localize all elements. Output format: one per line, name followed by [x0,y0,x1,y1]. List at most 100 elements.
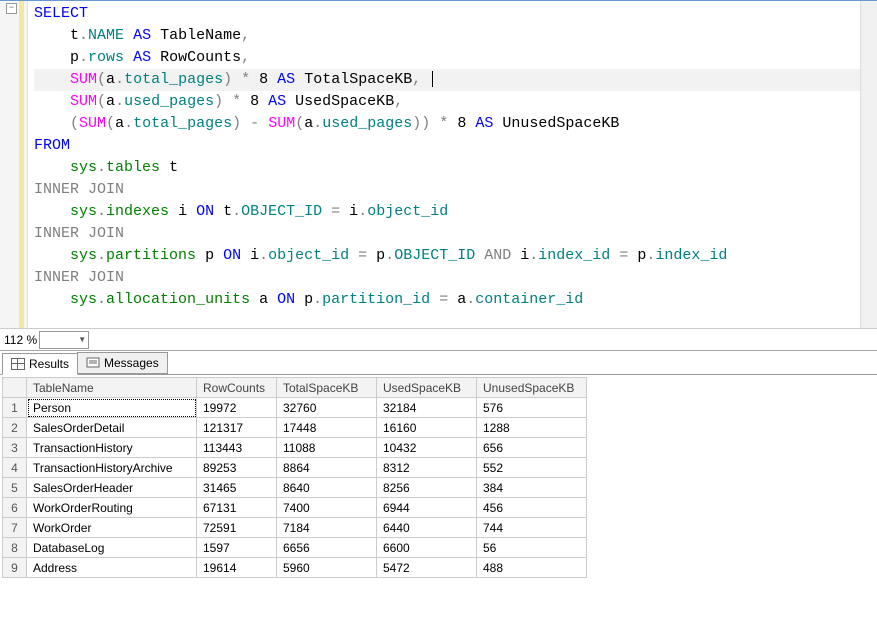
code-line[interactable]: INNER JOIN [34,223,860,245]
table-cell[interactable]: WorkOrderRouting [27,498,197,518]
row-number-cell[interactable]: 4 [3,458,27,478]
code-line[interactable]: t.NAME AS TableName, [34,25,860,47]
table-cell[interactable]: 456 [477,498,587,518]
table-row[interactable]: 2SalesOrderDetail12131717448161601288 [3,418,587,438]
tab-messages-label: Messages [104,356,159,370]
table-cell[interactable]: SalesOrderDetail [27,418,197,438]
table-row[interactable]: 9Address1961459605472488 [3,558,587,578]
grid-icon [11,358,25,370]
table-cell[interactable]: 384 [477,478,587,498]
table-cell[interactable]: 8256 [377,478,477,498]
tab-results[interactable]: Results [2,353,78,375]
code-line[interactable]: sys.allocation_units a ON p.partition_id… [34,289,860,311]
table-cell[interactable]: DatabaseLog [27,538,197,558]
table-row[interactable]: 7WorkOrder7259171846440744 [3,518,587,538]
table-cell[interactable]: 744 [477,518,587,538]
code-line[interactable]: (SUM(a.total_pages) - SUM(a.used_pages))… [34,113,860,135]
table-cell[interactable]: 552 [477,458,587,478]
row-number-cell[interactable]: 5 [3,478,27,498]
column-header[interactable]: UsedSpaceKB [377,378,477,398]
table-cell[interactable]: 5960 [277,558,377,578]
table-cell[interactable]: 121317 [197,418,277,438]
table-cell[interactable]: 31465 [197,478,277,498]
table-cell[interactable]: 113443 [197,438,277,458]
table-cell[interactable]: 67131 [197,498,277,518]
table-row[interactable]: 4TransactionHistoryArchive89253886483125… [3,458,587,478]
table-cell[interactable]: 488 [477,558,587,578]
table-cell[interactable]: 56 [477,538,587,558]
chevron-down-icon: ▼ [78,335,86,344]
code-line[interactable]: SUM(a.total_pages) * 8 AS TotalSpaceKB, [34,69,860,91]
row-number-cell[interactable]: 8 [3,538,27,558]
vertical-scrollbar[interactable] [860,1,877,328]
code-line[interactable]: SUM(a.used_pages) * 8 AS UsedSpaceKB, [34,91,860,113]
code-line[interactable]: INNER JOIN [34,267,860,289]
column-header[interactable]: TotalSpaceKB [277,378,377,398]
table-cell[interactable]: 6600 [377,538,477,558]
results-grid-wrap[interactable]: TableNameRowCountsTotalSpaceKBUsedSpaceK… [0,375,877,632]
table-cell[interactable]: 11088 [277,438,377,458]
results-table[interactable]: TableNameRowCountsTotalSpaceKBUsedSpaceK… [2,377,587,578]
outline-collapse-toggle[interactable]: − [6,3,17,14]
column-header[interactable]: TableName [27,378,197,398]
row-number-cell[interactable]: 2 [3,418,27,438]
table-cell[interactable]: 6944 [377,498,477,518]
table-row[interactable]: 5SalesOrderHeader3146586408256384 [3,478,587,498]
row-number-cell[interactable]: 6 [3,498,27,518]
table-cell[interactable]: 5472 [377,558,477,578]
zoom-dropdown[interactable]: ▼ [39,331,89,349]
table-cell[interactable]: WorkOrder [27,518,197,538]
code-line[interactable]: sys.indexes i ON t.OBJECT_ID = i.object_… [34,201,860,223]
table-cell[interactable]: 7400 [277,498,377,518]
row-number-cell[interactable]: 7 [3,518,27,538]
table-cell[interactable]: 89253 [197,458,277,478]
table-cell[interactable]: 1597 [197,538,277,558]
editor-gutter: − [0,1,28,328]
table-cell[interactable]: 576 [477,398,587,418]
table-cell[interactable]: 6656 [277,538,377,558]
row-number-cell[interactable]: 1 [3,398,27,418]
table-row[interactable]: 6WorkOrderRouting6713174006944456 [3,498,587,518]
column-header[interactable]: UnusedSpaceKB [477,378,587,398]
table-cell[interactable]: 656 [477,438,587,458]
table-row[interactable]: 3TransactionHistory1134431108810432656 [3,438,587,458]
zoom-toolbar: 112 % ▼ [0,328,877,350]
table-cell[interactable]: 72591 [197,518,277,538]
table-cell[interactable]: 17448 [277,418,377,438]
code-line[interactable]: p.rows AS RowCounts, [34,47,860,69]
table-cell[interactable]: Address [27,558,197,578]
table-row[interactable]: 8DatabaseLog15976656660056 [3,538,587,558]
table-row[interactable]: 1Person199723276032184576 [3,398,587,418]
table-cell[interactable]: 32760 [277,398,377,418]
table-cell[interactable]: 10432 [377,438,477,458]
tab-results-label: Results [29,357,69,371]
table-cell[interactable]: TransactionHistoryArchive [27,458,197,478]
table-cell[interactable]: 19614 [197,558,277,578]
table-cell[interactable]: 8640 [277,478,377,498]
table-cell[interactable]: 8312 [377,458,477,478]
code-line[interactable]: FROM [34,135,860,157]
table-cell[interactable]: 1288 [477,418,587,438]
sql-editor-pane: − SELECT t.NAME AS TableName, p.rows AS … [0,0,877,350]
table-cell[interactable]: 16160 [377,418,477,438]
table-cell[interactable]: 7184 [277,518,377,538]
code-line[interactable]: SELECT [34,3,860,25]
row-number-cell[interactable]: 9 [3,558,27,578]
code-line[interactable]: INNER JOIN [34,179,860,201]
table-cell[interactable]: TransactionHistory [27,438,197,458]
column-header[interactable]: RowCounts [197,378,277,398]
messages-icon [86,357,100,369]
results-pane: Results Messages TableNameRowCountsTotal… [0,350,877,632]
row-number-cell[interactable]: 3 [3,438,27,458]
table-cell[interactable]: 6440 [377,518,477,538]
code-line[interactable]: sys.tables t [34,157,860,179]
table-cell[interactable]: Person [27,398,197,418]
table-cell[interactable]: 19972 [197,398,277,418]
table-cell[interactable]: 32184 [377,398,477,418]
text-caret [432,71,433,87]
tab-messages[interactable]: Messages [77,352,168,374]
table-cell[interactable]: 8864 [277,458,377,478]
sql-code-area[interactable]: SELECT t.NAME AS TableName, p.rows AS Ro… [28,1,860,328]
table-cell[interactable]: SalesOrderHeader [27,478,197,498]
code-line[interactable]: sys.partitions p ON i.object_id = p.OBJE… [34,245,860,267]
